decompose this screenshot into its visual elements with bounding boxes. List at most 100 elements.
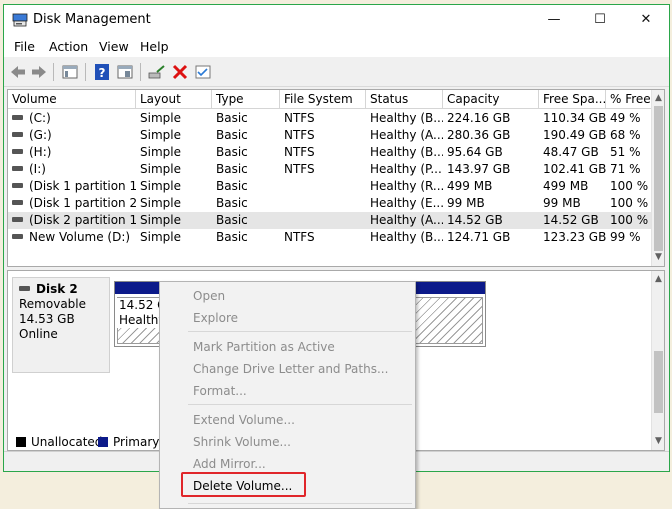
cell-percent-free: 100 % [610,196,649,210]
context-menu: Open Explore Mark Partition as Active Ch… [159,281,416,509]
cell-free-space: 102.41 GB [543,162,606,176]
column-header-percent-free[interactable]: % Free [606,90,653,109]
scroll-down-arrow-icon[interactable]: ▼ [652,251,664,264]
cell-volume: (H:) [8,144,136,161]
maximize-button[interactable]: ☐ [577,5,623,35]
svg-text:?: ? [99,66,106,80]
cell-volume: (C:) [8,110,136,127]
cell-file-system: NTFS [284,111,315,125]
close-button[interactable]: ✕ [623,5,669,35]
cell-capacity: 99 MB [447,196,485,210]
column-header-free-space[interactable]: Free Spa... [539,90,606,109]
cell-layout: Simple [140,128,181,142]
disk-2-label[interactable]: Disk 2 Removable 14.53 GB Online [12,277,110,373]
table-row[interactable]: (H:) Simple Basic NTFS Healthy (B... 95.64 GB… [8,144,653,161]
cell-volume: New Volume (D:) [8,229,136,246]
disk-scroll-up-arrow-icon[interactable]: ▲ [652,273,664,286]
cell-layout: Simple [140,230,181,244]
table-row[interactable]: (G:) Simple Basic NTFS Healthy (A... 280.36 G… [8,127,653,144]
show-hide-console-tree-icon[interactable] [61,63,79,81]
cell-free-space: 14.52 GB [543,213,599,227]
cell-file-system: NTFS [284,162,315,176]
table-row[interactable]: (Disk 1 partition 1) Simple Basic Healthy (… [8,178,653,195]
cell-type: Basic [216,128,248,142]
cell-file-system [280,212,366,229]
help-icon[interactable]: ? [93,63,111,81]
context-menu-format: Format... [193,384,247,398]
table-row[interactable]: (C:) Simple Basic NTFS Healthy (B... 224.16 G… [8,110,653,127]
check-icon[interactable] [194,63,212,81]
forward-arrow-icon[interactable] [30,63,48,81]
cell-free-space: 99 MB [543,196,581,210]
volume-list[interactable]: Volume Layout Type File System Status Ca… [7,89,665,267]
context-menu-change-drive-letter: Change Drive Letter and Paths... [193,362,389,376]
column-header-type[interactable]: Type [212,90,280,109]
cell-type: Basic [216,111,248,125]
cell-type: Basic [216,162,248,176]
cell-capacity: 280.36 GB [447,128,511,142]
menu-help[interactable]: Help [140,39,169,54]
volume-drive-icon [12,166,23,171]
column-header-layout[interactable]: Layout [136,90,212,109]
table-row[interactable]: New Volume (D:) Simple Basic NTFS Healthy (B… [8,229,653,246]
context-menu-extend-volume: Extend Volume... [193,413,295,427]
disk-view-scrollbar[interactable]: ▲ ▼ [651,271,664,450]
volume-drive-icon [12,200,23,205]
menu-action[interactable]: Action [49,39,88,54]
scrollbar-thumb[interactable] [654,106,663,251]
context-menu-add-mirror: Add Mirror... [193,457,266,471]
cell-volume: (G:) [8,127,136,144]
menu-view[interactable]: View [99,39,129,54]
cell-file-system [280,178,366,195]
table-row[interactable]: (Disk 1 partition 2) Simple Basic Healthy (… [8,195,653,212]
cell-percent-free: 49 % [610,111,641,125]
minimize-button[interactable]: — [531,5,577,35]
volume-list-scrollbar[interactable]: ▲ ▼ [651,90,664,266]
properties-icon[interactable] [116,63,134,81]
cell-capacity: 224.16 GB [447,111,511,125]
disk-icon [19,286,30,291]
table-row[interactable]: (I:) Simple Basic NTFS Healthy (P... 143.97 G… [8,161,653,178]
cell-type: Basic [216,230,248,244]
menu-file[interactable]: File [14,39,35,54]
column-header-volume[interactable]: Volume [8,90,136,109]
cell-layout: Simple [140,196,181,210]
cell-percent-free: 68 % [610,128,641,142]
cell-percent-free: 71 % [610,162,641,176]
cell-type: Basic [216,179,248,193]
table-row[interactable]: (Disk 2 partition 1) Simple Basic Healthy (… [8,212,653,229]
context-menu-explore: Explore [193,311,239,325]
context-menu-shrink-volume: Shrink Volume... [193,435,291,449]
cell-layout: Simple [140,213,181,227]
connect-drive-icon[interactable] [148,63,166,81]
primary-swatch-icon [98,436,108,447]
volume-drive-icon [12,115,23,120]
cell-volume: (Disk 2 partition 1) [8,212,136,229]
title-bar[interactable]: Disk Management — ☐ ✕ [4,5,669,35]
column-header-status[interactable]: Status [366,90,443,109]
cell-status: Healthy (E... [370,196,443,210]
disk-scrollbar-thumb[interactable] [654,351,663,413]
delete-icon[interactable] [171,63,189,81]
volume-drive-icon [12,183,23,188]
cell-status: Healthy (A... [370,213,443,227]
toolbar: ? [4,57,669,87]
cell-file-system: NTFS [284,145,315,159]
column-header-capacity[interactable]: Capacity [443,90,539,109]
context-menu-open: Open [193,289,226,303]
cell-layout: Simple [140,179,181,193]
scroll-up-arrow-icon[interactable]: ▲ [652,92,664,105]
disk-scroll-down-arrow-icon[interactable]: ▼ [652,435,664,448]
column-header-file-system[interactable]: File System [280,90,366,109]
disk-management-app-icon [12,13,28,27]
cell-layout: Simple [140,162,181,176]
volume-drive-icon [12,132,23,137]
cell-volume: (I:) [8,161,136,178]
cell-type: Basic [216,196,248,210]
cell-volume: (Disk 1 partition 2) [8,195,136,212]
volume-drive-icon [12,217,23,222]
back-arrow-icon[interactable] [9,63,27,81]
disk-size: 14.53 GB [19,312,75,326]
cell-free-space: 190.49 GB [543,128,606,142]
cell-layout: Simple [140,145,181,159]
